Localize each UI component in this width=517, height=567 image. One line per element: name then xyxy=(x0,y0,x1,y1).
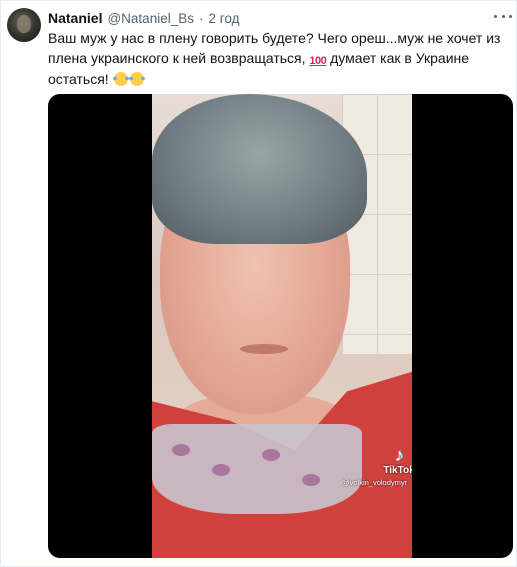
hair-cap xyxy=(152,94,367,244)
hundred-points-emoji-icon: 100 xyxy=(309,55,327,67)
tiktok-brand-label: TikTok xyxy=(383,465,412,476)
author-handle[interactable]: @Nataniel_Bs xyxy=(107,11,194,26)
tweet-card[interactable]: Nataniel @Nataniel_Bs · 2 год Ваш муж у … xyxy=(0,0,517,567)
tiktok-logo-icon: ♪ xyxy=(394,445,404,465)
patterned-collar xyxy=(152,424,362,514)
tweet-timestamp[interactable]: 2 год xyxy=(208,11,239,26)
avatar[interactable] xyxy=(7,8,41,42)
video-media[interactable]: ♪ TikTok @volkin_volodymyr xyxy=(48,94,513,558)
tiktok-watermark: ♪ TikTok xyxy=(383,445,412,476)
video-frame: ♪ TikTok @volkin_volodymyr xyxy=(152,94,412,558)
face-with-tears-of-joy-icon xyxy=(128,72,145,86)
face-with-tears-of-joy-icon xyxy=(112,72,129,86)
author-name[interactable]: Nataniel xyxy=(48,10,102,26)
tiktok-username: @volkin_volodymyr xyxy=(342,478,408,487)
more-dots-icon[interactable] xyxy=(494,9,512,23)
tweet-header: Nataniel @Nataniel_Bs · 2 год xyxy=(48,10,239,28)
separator-dot: · xyxy=(198,11,204,26)
tweet-text: Ваш муж у нас в плену говорить будете? Ч… xyxy=(48,28,508,89)
